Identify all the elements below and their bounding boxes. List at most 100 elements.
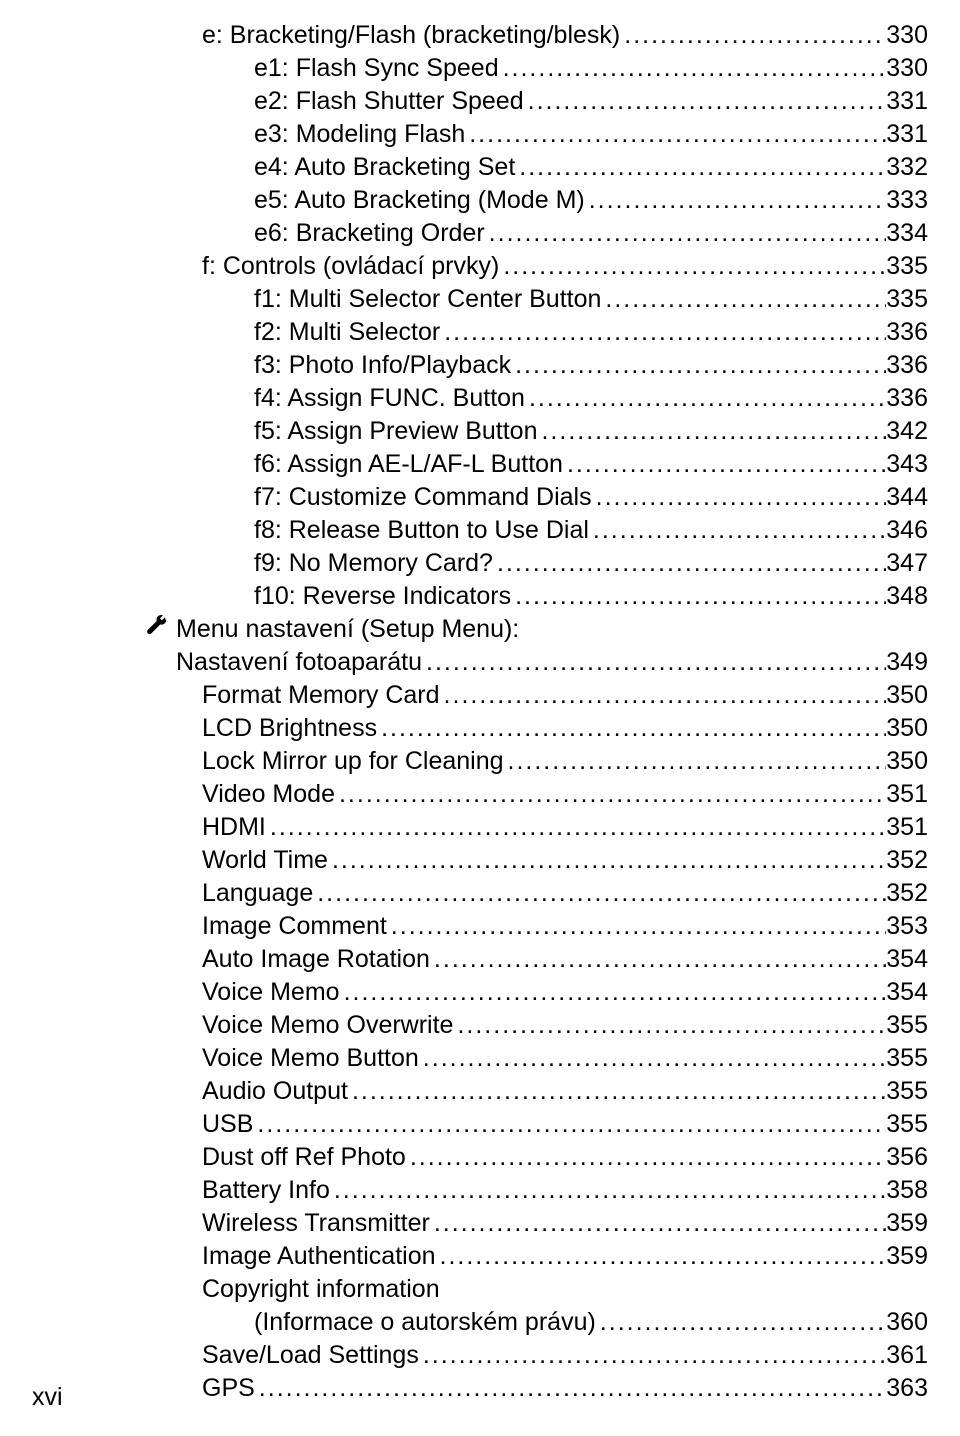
toc-entry: e: Bracketing/Flash (bracketing/blesk)33…: [32, 20, 928, 51]
toc-leader-dots: [511, 581, 886, 612]
toc-entry-label: e6: Bracketing Order: [254, 218, 485, 249]
toc-leader-dots: [440, 680, 887, 711]
toc-leader-dots: [430, 944, 886, 975]
toc-entry: Nastavení fotoaparátu349: [32, 647, 928, 678]
toc-leader-dots: [537, 416, 886, 447]
toc-entry-page: 332: [886, 152, 928, 183]
toc-leader-dots: [377, 713, 886, 744]
toc-leader-dots: [430, 1208, 886, 1239]
toc-leader-dots: [255, 1373, 886, 1404]
toc-entry-page: 359: [886, 1208, 928, 1239]
toc-leader-dots: [465, 119, 886, 150]
toc-entry-label: e2: Flash Shutter Speed: [254, 86, 524, 117]
toc-leader-dots: [422, 647, 886, 678]
toc-entry-label: LCD Brightness: [202, 713, 377, 744]
toc-leader-dots: [504, 746, 887, 777]
toc-entry-label: f6: Assign AE-L/AF-L Button: [254, 449, 563, 480]
toc-entry: f: Controls (ovládací prvky) 335: [32, 251, 928, 282]
toc-leader-dots: [419, 1043, 886, 1074]
toc-entry: f1: Multi Selector Center Button 335: [32, 284, 928, 315]
table-of-contents: e: Bracketing/Flash (bracketing/blesk)33…: [32, 20, 928, 1404]
toc-leader-dots: [511, 350, 886, 381]
toc-entry-page: 343: [886, 449, 928, 480]
toc-entry-label: Lock Mirror up for Cleaning: [202, 746, 504, 777]
toc-entry-page: 355: [886, 1076, 928, 1107]
toc-entry-label: Voice Memo Button: [202, 1043, 419, 1074]
toc-entry-page: 353: [886, 911, 928, 942]
toc-entry: Lock Mirror up for Cleaning350: [32, 746, 928, 777]
toc-entry-label: Video Mode: [202, 779, 335, 810]
toc-leader-dots: [493, 548, 886, 579]
toc-entry-page: 355: [886, 1010, 928, 1041]
toc-entry: e2: Flash Shutter Speed 331: [32, 86, 928, 117]
toc-leader-dots: [601, 284, 886, 315]
toc-entry-label: Image Comment: [202, 911, 387, 942]
toc-entry-page: 344: [886, 482, 928, 513]
toc-entry: USB355: [32, 1109, 928, 1140]
toc-entry-page: 335: [886, 251, 928, 282]
toc-entry-label: f7: Customize Command Dials: [254, 482, 592, 513]
toc-entry: GPS363: [32, 1373, 928, 1404]
toc-entry-page: 335: [886, 284, 928, 315]
toc-entry: f4: Assign FUNC. Button336: [32, 383, 928, 414]
toc-leader-dots: [253, 1109, 886, 1140]
toc-entry: e1: Flash Sync Speed330: [32, 53, 928, 84]
toc-entry: e4: Auto Bracketing Set332: [32, 152, 928, 183]
toc-entry-label: f1: Multi Selector Center Button: [254, 284, 601, 315]
page-number: xvi: [32, 1383, 63, 1412]
toc-entry: e3: Modeling Flash 331: [32, 119, 928, 150]
toc-entry: f5: Assign Preview Button 342: [32, 416, 928, 447]
toc-entry-label: Voice Memo Overwrite: [202, 1010, 453, 1041]
toc-leader-dots: [406, 1142, 886, 1173]
toc-entry-page: 350: [886, 713, 928, 744]
toc-leader-dots: [563, 449, 886, 480]
toc-leader-dots: [620, 20, 886, 51]
toc-entry-page: 333: [886, 185, 928, 216]
toc-entry-label: World Time: [202, 845, 328, 876]
toc-leader-dots: [348, 1076, 886, 1107]
toc-entry: Audio Output 355: [32, 1076, 928, 1107]
toc-leader-dots: [499, 251, 886, 282]
toc-leader-dots: [585, 185, 887, 216]
toc-leader-dots: [313, 878, 886, 909]
toc-entry: e5: Auto Bracketing (Mode M)333: [32, 185, 928, 216]
toc-leader-dots: [485, 218, 887, 249]
toc-entry-page: 331: [886, 86, 928, 117]
toc-entry-label: f10: Reverse Indicators: [254, 581, 511, 612]
toc-leader-dots: [340, 977, 887, 1008]
toc-entry: World Time352: [32, 845, 928, 876]
toc-entry: Image Comment 353: [32, 911, 928, 942]
toc-entry: Dust off Ref Photo356: [32, 1142, 928, 1173]
toc-entry-page: 352: [886, 878, 928, 909]
toc-entry-page: 342: [886, 416, 928, 447]
toc-entry-label: Save/Load Settings: [202, 1340, 419, 1371]
toc-leader-dots: [524, 86, 887, 117]
toc-entry: Voice Memo354: [32, 977, 928, 1008]
toc-entry: Battery Info358: [32, 1175, 928, 1206]
toc-leader-dots: [440, 317, 886, 348]
toc-entry-label: f8: Release Button to Use Dial: [254, 515, 589, 546]
toc-entry-label: Audio Output: [202, 1076, 348, 1107]
toc-leader-dots: [335, 779, 886, 810]
toc-entry-page: 355: [886, 1043, 928, 1074]
toc-entry: f10: Reverse Indicators348: [32, 581, 928, 612]
toc-entry: Menu nastavení (Setup Menu):: [32, 614, 928, 645]
toc-entry-label: e3: Modeling Flash: [254, 119, 465, 150]
toc-entry-page: 331: [886, 119, 928, 150]
toc-entry-label: Nastavení fotoaparátu: [176, 647, 422, 678]
toc-entry-label: GPS: [202, 1373, 255, 1404]
toc-entry-label: f5: Assign Preview Button: [254, 416, 537, 447]
toc-entry-page: 355: [886, 1109, 928, 1140]
toc-entry-page: 360: [886, 1307, 928, 1338]
toc-entry: LCD Brightness 350: [32, 713, 928, 744]
toc-entry-label: HDMI: [202, 812, 266, 843]
toc-entry: f9: No Memory Card?347: [32, 548, 928, 579]
toc-entry-label: Language: [202, 878, 313, 909]
toc-entry: f3: Photo Info/Playback336: [32, 350, 928, 381]
toc-leader-dots: [525, 383, 886, 414]
toc-entry-label: f: Controls (ovládací prvky): [202, 251, 499, 282]
toc-entry-page: 330: [886, 53, 928, 84]
toc-entry: Voice Memo Button 355: [32, 1043, 928, 1074]
toc-entry: Format Memory Card350: [32, 680, 928, 711]
toc-entry: e6: Bracketing Order334: [32, 218, 928, 249]
